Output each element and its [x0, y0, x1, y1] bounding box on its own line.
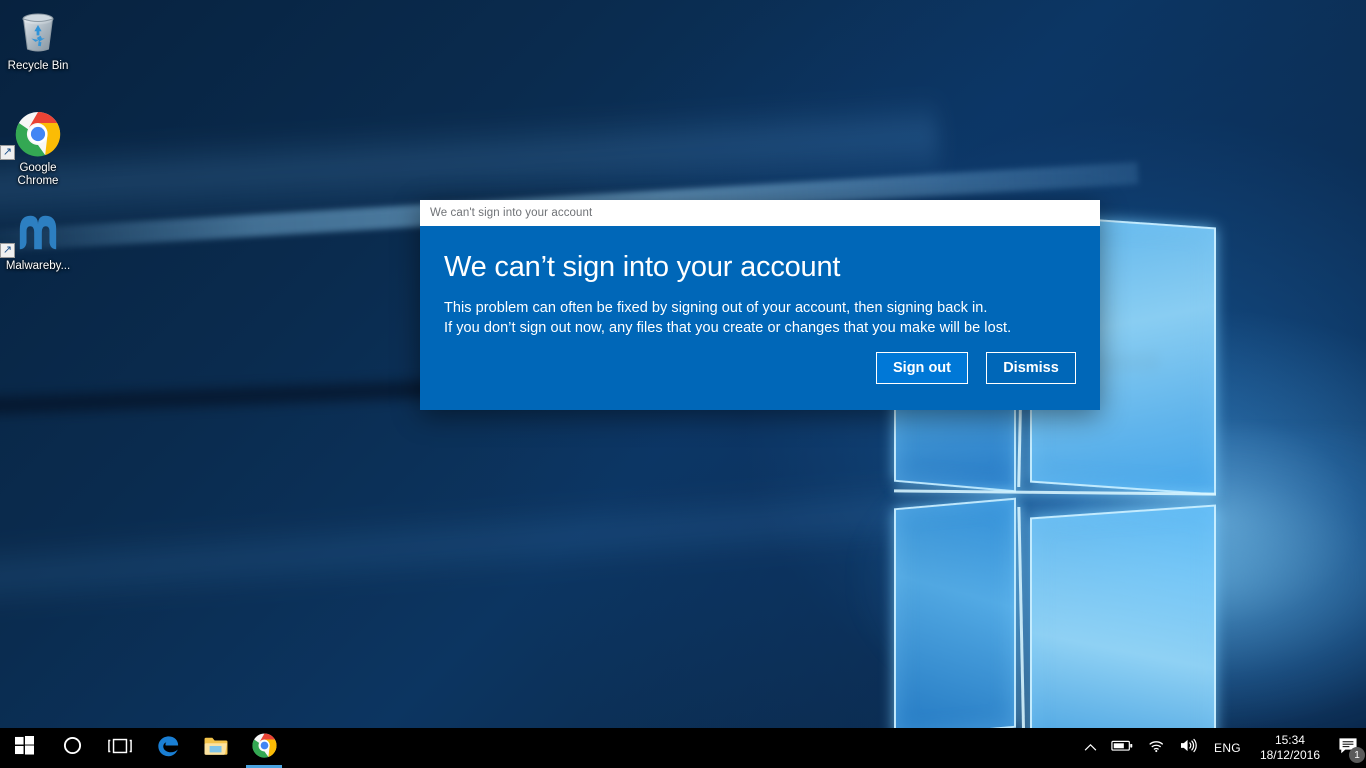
dialog-titlebar-text: We can't sign into your account	[430, 207, 593, 219]
task-view-icon	[108, 737, 132, 760]
dialog-heading: We can’t sign into your account	[444, 251, 841, 283]
dialog-message-line-1: This problem can often be fixed by signi…	[444, 300, 988, 316]
dialog-body: We can’t sign into your account This pro…	[420, 226, 1100, 410]
clock-button[interactable]: 15:34 18/12/2016	[1250, 728, 1330, 768]
desktop[interactable]: Recycle Bin ↗ Google Chrome ↗ Malwareby.…	[0, 0, 1366, 768]
malwarebytes-icon: ↗	[0, 208, 76, 258]
chrome-icon	[251, 733, 277, 763]
battery-icon	[1111, 739, 1133, 757]
sign-out-button[interactable]: Sign out	[876, 352, 968, 384]
desktop-icon-label: Google Chrome	[17, 162, 59, 187]
cortana-circle-icon	[63, 736, 82, 760]
dialog-message-line-2: If you don’t sign out now, any files tha…	[444, 320, 1012, 336]
action-center-button[interactable]: 1	[1330, 728, 1366, 768]
desktop-icon-label: Malwareby...	[5, 260, 71, 272]
network-button[interactable]	[1140, 728, 1172, 768]
recycle-bin-icon	[0, 8, 76, 56]
volume-button[interactable]	[1172, 728, 1205, 768]
clock-time: 15:34	[1274, 733, 1305, 747]
battery-button[interactable]	[1104, 728, 1140, 768]
language-indicator[interactable]: ENG	[1205, 728, 1250, 768]
dialog-button-row: Sign out Dismiss	[876, 352, 1076, 384]
windows-logo-icon	[14, 736, 34, 760]
chrome-taskbar-button[interactable]	[240, 728, 288, 768]
action-center-badge: 1	[1349, 747, 1365, 763]
cortana-search-button[interactable]	[48, 728, 96, 768]
show-hidden-icons-button[interactable]	[1077, 728, 1104, 768]
chrome-icon: ↗	[0, 110, 76, 160]
sign-in-error-dialog[interactable]: We can't sign into your account We can’t…	[420, 200, 1100, 410]
desktop-icon-label: Recycle Bin	[7, 60, 69, 72]
speaker-icon	[1179, 738, 1198, 758]
system-tray[interactable]: ENG 15:34 18/12/2016 1	[1077, 728, 1366, 768]
file-explorer-button[interactable]	[192, 728, 240, 768]
desktop-icon-recycle-bin[interactable]: Recycle Bin	[0, 8, 76, 73]
desktop-icon-malwarebytes[interactable]: ↗ Malwareby...	[0, 208, 76, 273]
shortcut-overlay-icon: ↗	[0, 145, 15, 160]
dialog-titlebar[interactable]: We can't sign into your account	[420, 200, 1100, 226]
dismiss-button[interactable]: Dismiss	[986, 352, 1076, 384]
task-view-button[interactable]	[96, 728, 144, 768]
desktop-icon-google-chrome[interactable]: ↗ Google Chrome	[0, 110, 76, 188]
edge-icon	[155, 733, 181, 764]
start-button[interactable]	[0, 728, 48, 768]
chevron-up-icon	[1084, 739, 1097, 757]
wifi-icon	[1147, 739, 1165, 758]
taskbar[interactable]: ENG 15:34 18/12/2016 1	[0, 728, 1366, 768]
shortcut-overlay-icon: ↗	[0, 243, 15, 258]
clock-date: 18/12/2016	[1259, 748, 1320, 762]
edge-button[interactable]	[144, 728, 192, 768]
folder-icon	[203, 735, 229, 762]
